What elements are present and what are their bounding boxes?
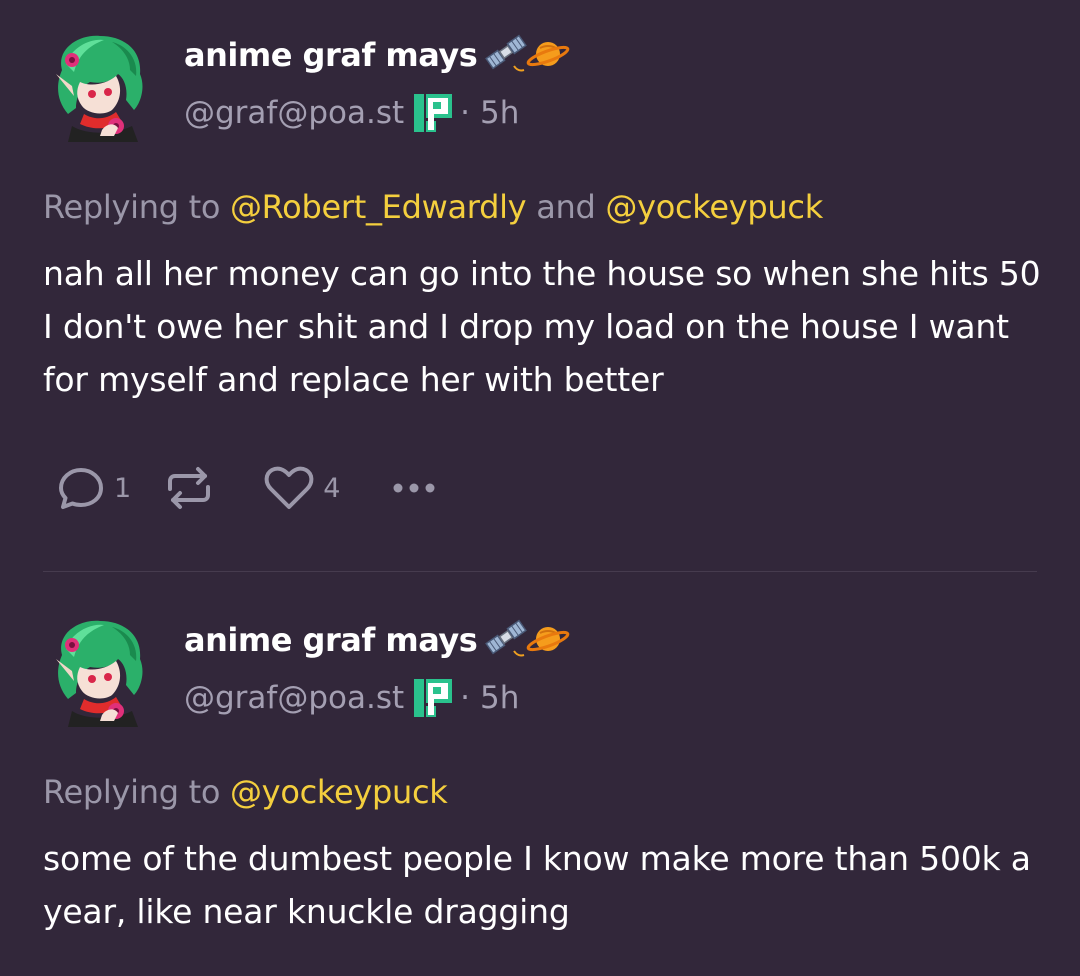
mention-link[interactable]: @Robert_Edwardly [230, 188, 527, 226]
avatar[interactable] [42, 30, 154, 142]
mention-link[interactable]: @yockeypuck [230, 773, 448, 811]
heart-icon [264, 466, 314, 509]
mention-link[interactable]: @yockeypuck [605, 188, 823, 226]
more-dots-icon [393, 483, 435, 493]
reply-prefix: Replying to [43, 773, 221, 811]
author-handle[interactable]: @graf@poa.st [184, 680, 404, 716]
post-text: some of the dumbest people I know make m… [43, 839, 1031, 931]
author-handle[interactable]: @graf@poa.st [184, 95, 404, 131]
like-button[interactable]: 4 [263, 464, 340, 512]
repost-button[interactable] [165, 463, 213, 513]
pleroma-icon [414, 94, 452, 132]
reply-count: 1 [114, 472, 132, 504]
meta-separator: · [460, 680, 470, 716]
post-time[interactable]: 5h [480, 95, 519, 131]
repost-icon [168, 467, 211, 509]
pleroma-icon [414, 679, 452, 717]
author-meta: @graf@poa.st · 5h [184, 92, 519, 134]
avatar[interactable] [42, 615, 154, 727]
meta-separator: · [460, 95, 470, 131]
post-divider [43, 571, 1037, 572]
post-time[interactable]: 5h [480, 680, 519, 716]
post-text: nah all her money can go into the house … [43, 254, 1041, 399]
reply-prefix: Replying to [43, 188, 221, 226]
author-meta: @graf@poa.st · 5h [184, 677, 519, 719]
display-name[interactable]: anime graf mays [184, 36, 478, 74]
satellite-planet-emoji-icon [484, 617, 570, 663]
reply-context: Replying to @Robert_Edwardly and @yockey… [43, 188, 823, 226]
satellite-planet-emoji-icon [484, 32, 570, 78]
more-button[interactable] [390, 478, 438, 498]
reply-context: Replying to @yockeypuck [43, 773, 448, 811]
reply-button[interactable]: 1 [56, 463, 131, 513]
like-count: 4 [323, 472, 341, 504]
post-actions: 1 4 [56, 462, 438, 514]
display-name[interactable]: anime graf mays [184, 621, 478, 659]
speech-bubble-icon [59, 468, 103, 509]
reply-joiner: and [536, 188, 596, 226]
